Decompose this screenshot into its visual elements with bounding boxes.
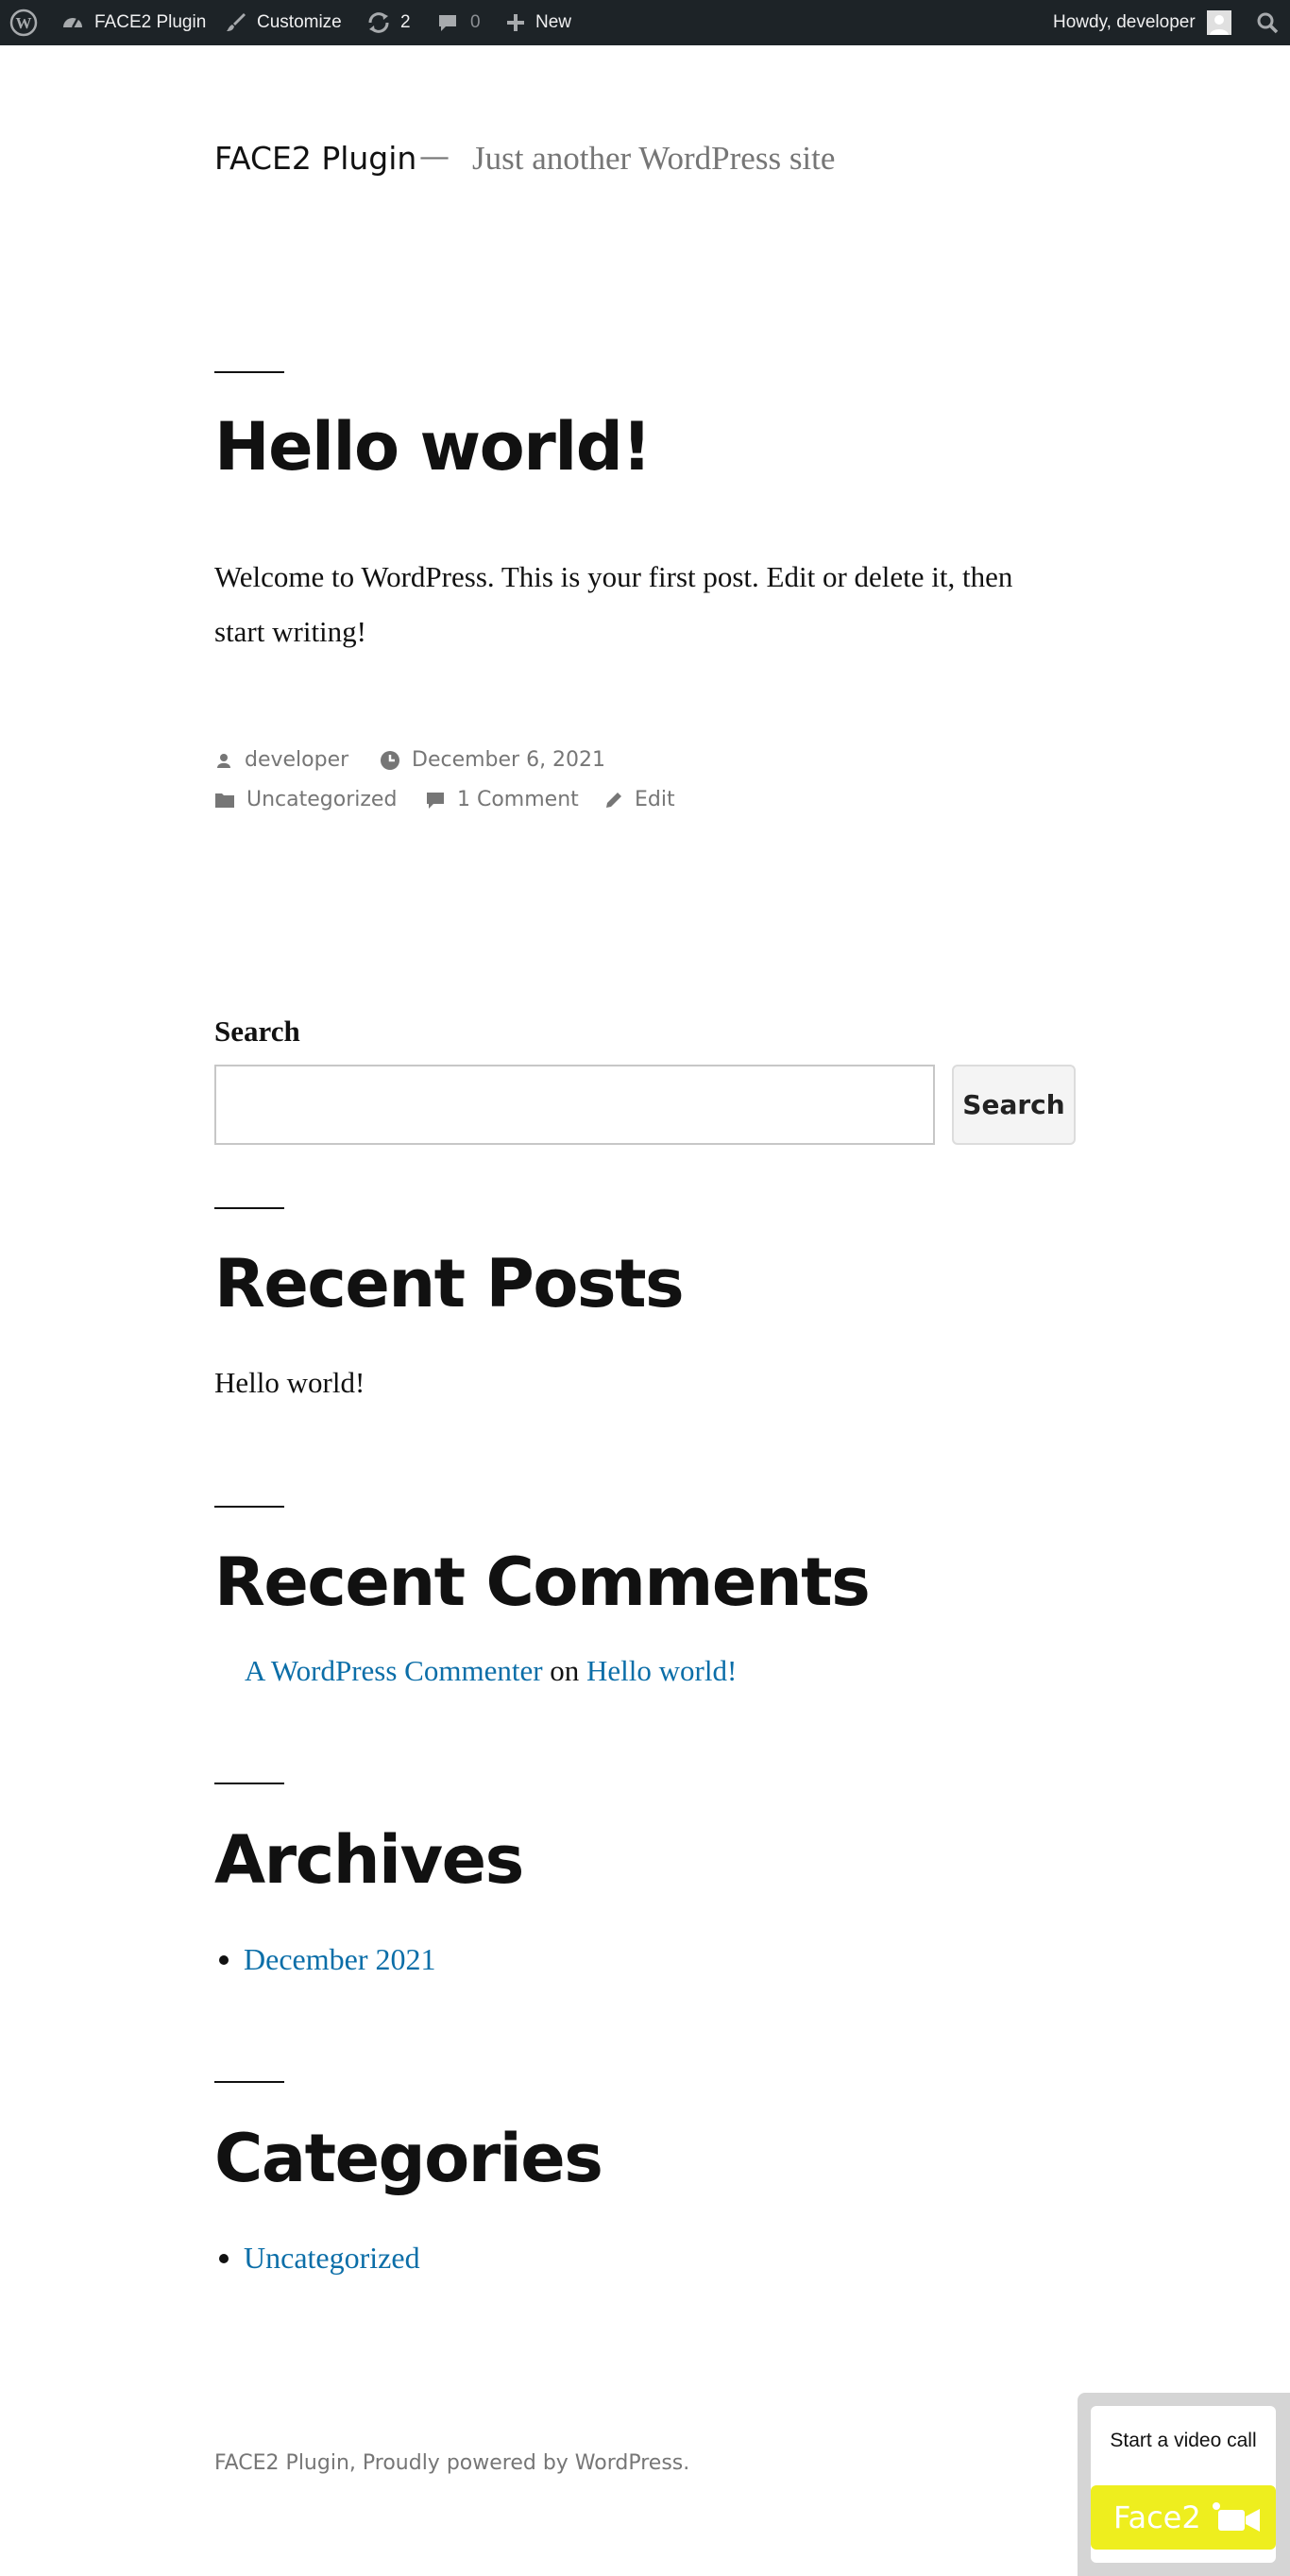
archives-title: Archives (214, 1821, 524, 1899)
site-footer: FACE2 Plugin, Proudly powered by WordPre… (214, 2451, 690, 2475)
comment-post-link[interactable]: Hello world! (586, 1654, 737, 1687)
archive-list-item: December 2021 (219, 1942, 435, 1977)
brush-icon (225, 11, 247, 34)
post-comments-link[interactable]: 1 Comment (425, 788, 579, 811)
face2-widget: Start a video call Face2 (1078, 2393, 1290, 2576)
site-title[interactable]: FACE2 Plugin (214, 140, 416, 177)
pencil-icon (604, 791, 635, 810)
post-comments-count: 1 Comment (457, 788, 579, 811)
search-button[interactable]: Search (952, 1065, 1076, 1145)
wordpress-icon: W (9, 9, 38, 37)
post-edit-label: Edit (635, 788, 675, 811)
howdy-label: Howdy, developer (1053, 12, 1196, 32)
recent-comments-divider (214, 1506, 284, 1508)
bullet (219, 2253, 229, 2263)
new-content-menu[interactable]: New (505, 0, 571, 45)
face2-call-button[interactable]: Face2 (1091, 2485, 1276, 2550)
post-title[interactable]: Hello world! (214, 408, 652, 486)
site-name-menu[interactable]: FACE2 Plugin (60, 0, 206, 45)
post-divider (214, 371, 284, 373)
search-label: Search (214, 1015, 300, 1048)
recent-posts-title: Recent Posts (214, 1245, 685, 1322)
post-author-name: developer (245, 748, 349, 772)
wordpress-logo-menu[interactable]: W (9, 0, 38, 45)
dashboard-icon (60, 10, 85, 35)
comments-link[interactable]: 0 (436, 0, 481, 45)
comment-on-text: on (550, 1654, 580, 1687)
folder-icon (214, 791, 246, 810)
post-date[interactable]: December 6, 2021 (380, 748, 605, 772)
comment-author-link[interactable]: A WordPress Commenter (245, 1654, 543, 1687)
person-icon (214, 751, 245, 770)
customize-label: Customize (257, 12, 342, 32)
face2-button-label: Face2 (1113, 2499, 1201, 2535)
updates-link[interactable]: 2 (366, 0, 411, 45)
post-content: Welcome to WordPress. This is your first… (214, 560, 1013, 648)
face2-prompt: Start a video call (1110, 2430, 1257, 2451)
comment-icon (425, 790, 457, 810)
post-author[interactable]: developer (214, 748, 348, 772)
categories-divider (214, 2081, 284, 2083)
search-icon (1256, 11, 1279, 34)
clock-icon (380, 750, 412, 771)
face2-panel: Start a video call Face2 (1091, 2406, 1276, 2563)
site-name-label: FACE2 Plugin (94, 12, 207, 32)
post-edit-link[interactable]: Edit (604, 788, 675, 811)
comments-count: 0 (470, 12, 481, 32)
admin-bar: W FACE2 Plugin Customize 2 0 New Howdy, … (0, 0, 1290, 45)
recent-posts-divider (214, 1207, 284, 1209)
customize-link[interactable]: Customize (225, 0, 342, 45)
recent-post-link[interactable]: Hello world! (214, 1366, 365, 1400)
archives-divider (214, 1783, 284, 1784)
post-category-name: Uncategorized (246, 788, 398, 811)
site-description: Just another WordPress site (472, 140, 836, 177)
admin-search[interactable] (1256, 0, 1279, 45)
recent-comment-item: A WordPress Commenter on Hello world! (245, 1654, 737, 1688)
my-account-menu[interactable]: Howdy, developer (1053, 0, 1231, 45)
updates-count: 2 (400, 12, 411, 32)
avatar-icon (1206, 10, 1231, 35)
archive-link[interactable]: December 2021 (244, 1942, 435, 1977)
post-category[interactable]: Uncategorized (214, 788, 397, 811)
search-input[interactable] (214, 1065, 935, 1145)
post-date-text: December 6, 2021 (412, 748, 606, 772)
categories-title: Categories (214, 2120, 603, 2197)
comment-icon (436, 11, 459, 34)
recent-comments-title: Recent Comments (214, 1544, 871, 1621)
svg-text:W: W (16, 14, 32, 32)
video-camera-icon (1201, 2501, 1262, 2533)
new-label: New (535, 12, 572, 32)
category-list-item: Uncategorized (219, 2241, 420, 2276)
plus-icon (505, 12, 526, 33)
category-link[interactable]: Uncategorized (244, 2241, 420, 2276)
bullet (219, 1954, 229, 1965)
title-separator: — (419, 138, 450, 174)
updates-icon (366, 10, 391, 35)
